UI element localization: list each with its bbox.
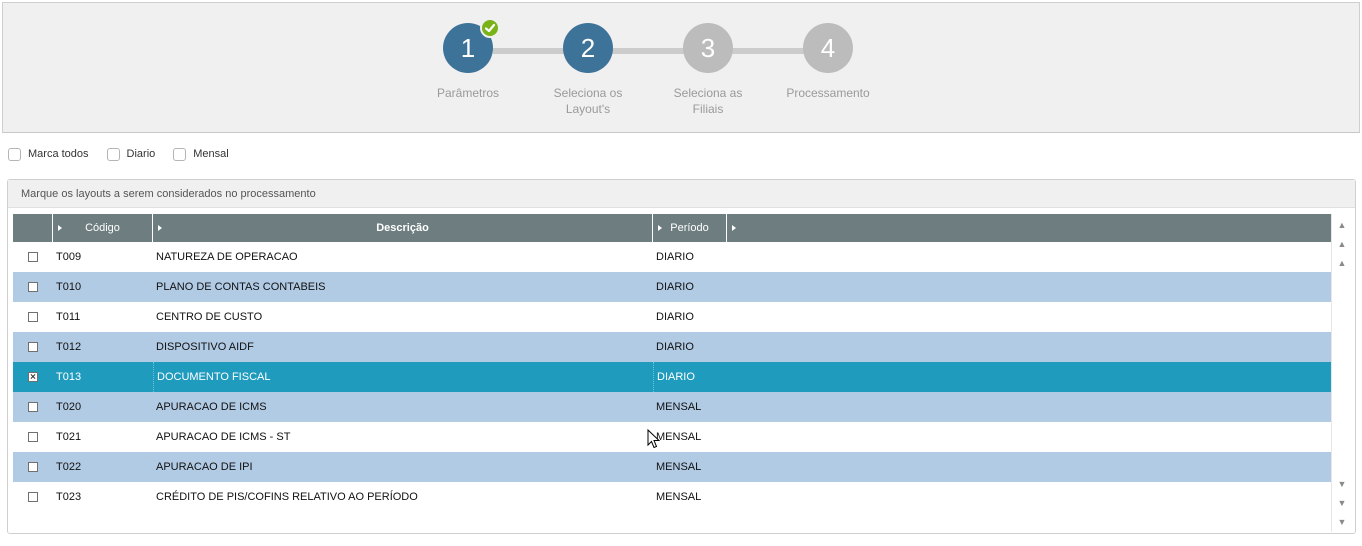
row-checkbox-checked[interactable]	[28, 372, 38, 382]
row-code: T011	[56, 311, 81, 323]
mensal-option[interactable]: Mensal	[173, 147, 229, 161]
header-description-column[interactable]: Descrição	[153, 214, 653, 242]
table-row[interactable]: T023 CRÉDITO DE PIS/COFINS RELATIVO AO P…	[13, 482, 1331, 512]
step-2-number: 2	[580, 33, 596, 63]
row-description: CRÉDITO DE PIS/COFINS RELATIVO AO PERÍOD…	[156, 491, 418, 503]
row-description: DOCUMENTO FISCAL	[153, 362, 653, 392]
header-period-column[interactable]: Período	[653, 214, 727, 242]
row-checkbox[interactable]	[28, 462, 38, 472]
row-period: MENSAL	[656, 401, 702, 413]
step-2-circle: 2	[563, 23, 613, 73]
step-4-label: Processamento	[786, 86, 870, 100]
row-checkbox[interactable]	[28, 492, 38, 502]
sort-arrow-icon	[158, 225, 162, 231]
diario-label: Diario	[126, 148, 156, 160]
vertical-scrollbar[interactable]: ▲ ▲ ▲ ▼ ▼ ▼	[1331, 214, 1353, 532]
step-3-number: 3	[700, 33, 716, 63]
header-period-label: Período	[670, 222, 709, 234]
scroll-up-icon[interactable]: ▲	[1336, 255, 1348, 270]
step-2-label: Seleciona os Layout's	[553, 86, 623, 116]
row-code: T023	[56, 491, 82, 503]
layouts-grid: Código Descrição Período T009 NATUREZA D…	[13, 214, 1331, 512]
row-description: PLANO DE CONTAS CONTABEIS	[156, 281, 326, 293]
row-period: MENSAL	[656, 491, 702, 503]
row-description: DISPOSITIVO AIDF	[156, 341, 254, 353]
step-4-number: 4	[820, 33, 836, 63]
table-row[interactable]: T010 PLANO DE CONTAS CONTABEIS DIARIO	[13, 272, 1331, 302]
step-1-label: Parâmetros	[436, 86, 500, 100]
row-checkbox[interactable]	[28, 402, 38, 412]
wizard-header: 1 Parâmetros 2 Seleciona os Layout's 3 S…	[2, 2, 1360, 133]
scroll-page-down-icon[interactable]: ▼	[1336, 495, 1348, 510]
step-3-label: Seleciona as Filiais	[673, 86, 743, 116]
header-code-label: Código	[85, 222, 120, 234]
mensal-label: Mensal	[193, 148, 229, 160]
mouse-cursor-icon	[647, 429, 661, 449]
row-period: DIARIO	[656, 281, 694, 293]
scroll-down-icon[interactable]: ▼	[1336, 476, 1348, 491]
row-code: T020	[56, 401, 82, 413]
header-description-label: Descrição	[376, 222, 429, 234]
header-check-column[interactable]	[13, 214, 53, 242]
row-code: T012	[56, 341, 82, 353]
wizard-step-2[interactable]: 2 Seleciona os Layout's	[528, 23, 648, 117]
scroll-page-up-icon[interactable]: ▲	[1336, 236, 1348, 251]
table-row-selected[interactable]: T013 DOCUMENTO FISCAL DIARIO	[13, 362, 1331, 392]
row-checkbox[interactable]	[28, 432, 38, 442]
row-description: APURACAO DE ICMS	[156, 401, 267, 413]
row-checkbox[interactable]	[28, 252, 38, 262]
check-icon	[480, 18, 500, 38]
marca-todos-checkbox[interactable]	[8, 147, 21, 161]
row-checkbox[interactable]	[28, 312, 38, 322]
header-code-column[interactable]: Código	[53, 214, 153, 242]
step-3-circle: 3	[683, 23, 733, 73]
scroll-top-icon[interactable]: ▲	[1336, 217, 1348, 232]
table-row[interactable]: T020 APURACAO DE ICMS MENSAL	[13, 392, 1331, 422]
row-period: MENSAL	[656, 461, 702, 473]
wizard-step-4[interactable]: 4 Processamento	[768, 23, 888, 101]
panel-title: Marque os layouts a serem considerados n…	[8, 180, 1355, 208]
sort-arrow-icon	[58, 225, 62, 231]
row-checkbox[interactable]	[28, 342, 38, 352]
table-row[interactable]: T022 APURACAO DE IPI MENSAL	[13, 452, 1331, 482]
wizard-step-3[interactable]: 3 Seleciona as Filiais	[648, 23, 768, 117]
wizard-step-1[interactable]: 1 Parâmetros	[408, 18, 528, 101]
row-description: APURACAO DE IPI	[156, 461, 253, 473]
mensal-checkbox[interactable]	[173, 147, 187, 161]
row-period: DIARIO	[653, 362, 727, 392]
row-period: MENSAL	[656, 431, 702, 443]
layouts-panel: Marque os layouts a serem considerados n…	[7, 179, 1356, 534]
table-row[interactable]: T011 CENTRO DE CUSTO DIARIO	[13, 302, 1331, 332]
table-row[interactable]: T009 NATUREZA DE OPERACAO DIARIO	[13, 242, 1331, 272]
row-code: T021	[56, 431, 82, 443]
scroll-bottom-icon[interactable]: ▼	[1336, 514, 1348, 529]
row-code: T022	[56, 461, 82, 473]
row-period: DIARIO	[656, 341, 694, 353]
row-code: T013	[56, 371, 82, 383]
row-code: T010	[56, 281, 82, 293]
row-description: CENTRO DE CUSTO	[156, 311, 263, 323]
marca-todos-option[interactable]: Marca todos	[8, 147, 89, 161]
step-1-number: 1	[460, 33, 476, 63]
sort-arrow-icon	[732, 225, 736, 231]
grid-header: Código Descrição Período	[13, 214, 1331, 242]
header-empty-column	[727, 214, 1331, 242]
diario-option[interactable]: Diario	[106, 147, 156, 161]
row-description: NATUREZA DE OPERACAO	[156, 251, 298, 263]
marca-todos-label: Marca todos	[28, 148, 89, 160]
diario-checkbox[interactable]	[106, 147, 120, 161]
row-description: APURACAO DE ICMS - ST	[156, 431, 291, 443]
sort-arrow-icon	[658, 225, 662, 231]
table-row[interactable]: T021 APURACAO DE ICMS - ST MENSAL	[13, 422, 1331, 452]
row-checkbox[interactable]	[28, 282, 38, 292]
row-period: DIARIO	[656, 251, 694, 263]
selection-options: Marca todos Diario Mensal	[8, 146, 247, 162]
step-4-circle: 4	[803, 23, 853, 73]
step-1-circle: 1	[443, 18, 500, 73]
table-row[interactable]: T012 DISPOSITIVO AIDF DIARIO	[13, 332, 1331, 362]
row-code: T009	[56, 251, 82, 263]
row-period: DIARIO	[656, 311, 694, 323]
